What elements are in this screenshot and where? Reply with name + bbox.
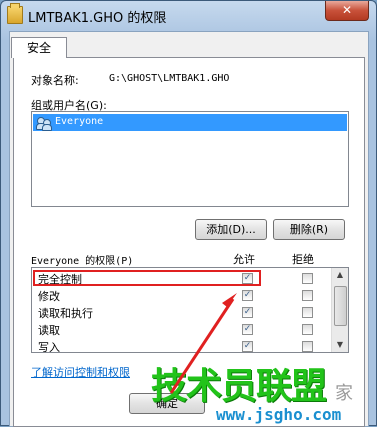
- deny-checkbox[interactable]: [302, 307, 313, 318]
- permissions-dialog: LMTBAK1.GHO 的权限 ✕ 安全 对象名称: G:\GHOST\LMTB…: [0, 0, 377, 427]
- deny-checkbox[interactable]: [302, 324, 313, 335]
- highlight-box: [33, 270, 261, 286]
- window-title: LMTBAK1.GHO 的权限: [28, 11, 167, 26]
- users-icon: [36, 116, 52, 131]
- permission-row-read: 读取 ✓: [32, 321, 332, 338]
- permissions-scrollbar[interactable]: ▲ ▼: [331, 268, 348, 352]
- deny-checkbox[interactable]: [302, 273, 313, 284]
- watermark-url: www.jsgho.com: [216, 405, 342, 424]
- object-name-label: 对象名称:: [31, 74, 79, 87]
- permission-row-modify: 修改 ✓: [32, 287, 332, 304]
- deny-checkbox[interactable]: [302, 290, 313, 301]
- allow-checkbox[interactable]: ✓: [242, 341, 253, 352]
- close-button[interactable]: ✕: [325, 1, 369, 21]
- allow-header: 允许: [233, 253, 255, 266]
- remove-button[interactable]: 删除(R): [273, 219, 345, 240]
- scroll-down-icon[interactable]: ▼: [333, 338, 347, 352]
- watermark-text: 技术员联盟: [151, 366, 327, 407]
- object-name-value: G:\GHOST\LMTBAK1.GHO: [109, 73, 230, 84]
- permission-name: 写入: [38, 341, 60, 353]
- allow-checkbox[interactable]: ✓: [242, 290, 253, 301]
- permissions-label: Everyone 的权限(P): [31, 256, 134, 267]
- permission-row-write: 写入 ✓: [32, 338, 332, 353]
- permission-name: 修改: [38, 290, 60, 303]
- scroll-up-icon[interactable]: ▲: [333, 268, 347, 282]
- groups-listbox[interactable]: Everyone: [31, 111, 349, 207]
- watermark-extra: 家: [335, 383, 353, 404]
- access-control-link[interactable]: 了解访问控制和权限: [31, 364, 130, 380]
- user-name: Everyone: [55, 116, 104, 127]
- add-button[interactable]: 添加(D)...: [195, 219, 267, 240]
- permission-name: 读取: [38, 324, 60, 337]
- allow-checkbox[interactable]: ✓: [242, 307, 253, 318]
- permission-row-read-execute: 读取和执行 ✓: [32, 304, 332, 321]
- tab-security[interactable]: 安全: [11, 37, 67, 58]
- title-bar[interactable]: LMTBAK1.GHO 的权限 ✕: [1, 1, 376, 31]
- folder-icon: [7, 3, 23, 24]
- list-item[interactable]: Everyone: [33, 114, 347, 131]
- deny-header: 拒绝: [292, 253, 314, 266]
- scroll-thumb[interactable]: [334, 286, 347, 326]
- allow-checkbox[interactable]: ✓: [242, 324, 253, 335]
- permission-name: 读取和执行: [38, 307, 93, 320]
- deny-checkbox[interactable]: [302, 341, 313, 352]
